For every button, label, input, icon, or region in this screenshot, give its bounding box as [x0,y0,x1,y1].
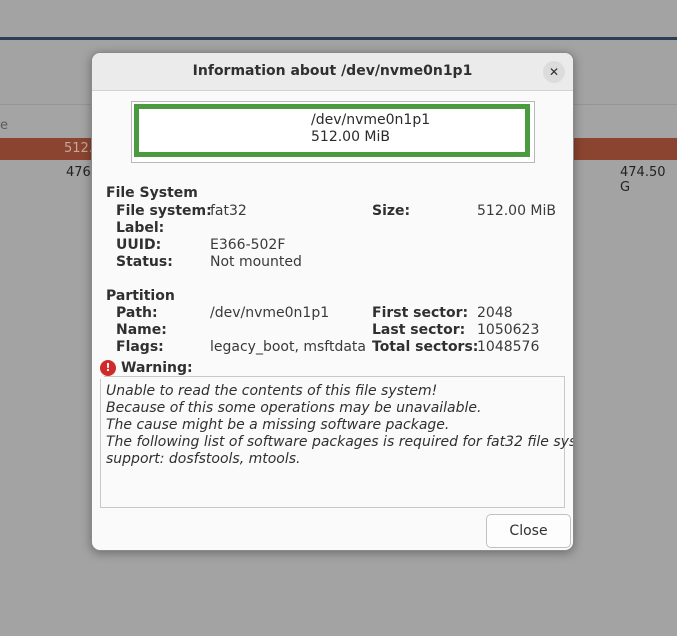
total-sectors-value: 1048576 [477,339,540,355]
label-label: Label: [116,220,165,236]
name-label: Name: [116,322,167,338]
size-label: Size: [372,203,411,219]
background-row-value-right: 474.50 G [620,165,666,195]
dialog-titlebar: Information about /dev/nvme0n1p1 ✕ [92,53,573,91]
warning-line: Because of this some operations may be u… [106,400,482,416]
flags-label: Flags: [116,339,164,355]
total-sectors-label: Total sectors: [372,339,479,355]
last-sector-value: 1050623 [477,322,540,338]
first-sector-label: First sector: [372,305,469,321]
file-system-heading: File System [106,185,198,201]
status-label: Status: [116,254,173,270]
partition-heading: Partition [106,288,175,304]
path-value: /dev/nvme0n1p1 [210,305,330,321]
graphic-path: /dev/nvme0n1p1 [311,112,431,128]
uuid-value: E366-502F [210,237,286,253]
partition-info-dialog: Information about /dev/nvme0n1p1 ✕ /dev/… [91,52,574,551]
status-value: Not mounted [210,254,302,270]
warning-legend: ! Warning: [100,359,193,379]
file-system-label: File system: [116,203,212,219]
partition-graphic-fill: /dev/nvme0n1p1 512.00 MiB [134,104,530,157]
background-bar-text: 512. [64,141,93,156]
size-value: 512.00 MiB [477,203,557,219]
dialog-title: Information about /dev/nvme0n1p1 [192,63,473,79]
warning-line: Unable to read the contents of this file… [106,383,438,399]
background-column-header-left: e [0,118,8,133]
warning-line: The cause might be a missing software pa… [106,417,450,433]
flags-value: legacy_boot, msftdata [210,339,366,355]
first-sector-value: 2048 [477,305,513,321]
last-sector-label: Last sector: [372,322,466,338]
background-separator [0,37,677,40]
close-button[interactable]: Close [486,514,571,548]
warning-line: support: dosfstools, mtools. [106,451,301,467]
warning-line: The following list of software packages … [106,434,574,450]
warning-message: Unable to read the contents of this file… [106,383,574,468]
file-system-value: fat32 [210,203,247,219]
path-label: Path: [116,305,158,321]
close-icon[interactable]: ✕ [543,61,565,83]
partition-graphic: /dev/nvme0n1p1 512.00 MiB [131,101,535,163]
graphic-size: 512.00 MiB [311,129,391,145]
warning-label: Warning: [121,360,193,376]
error-icon: ! [100,360,116,376]
uuid-label: UUID: [116,237,162,253]
